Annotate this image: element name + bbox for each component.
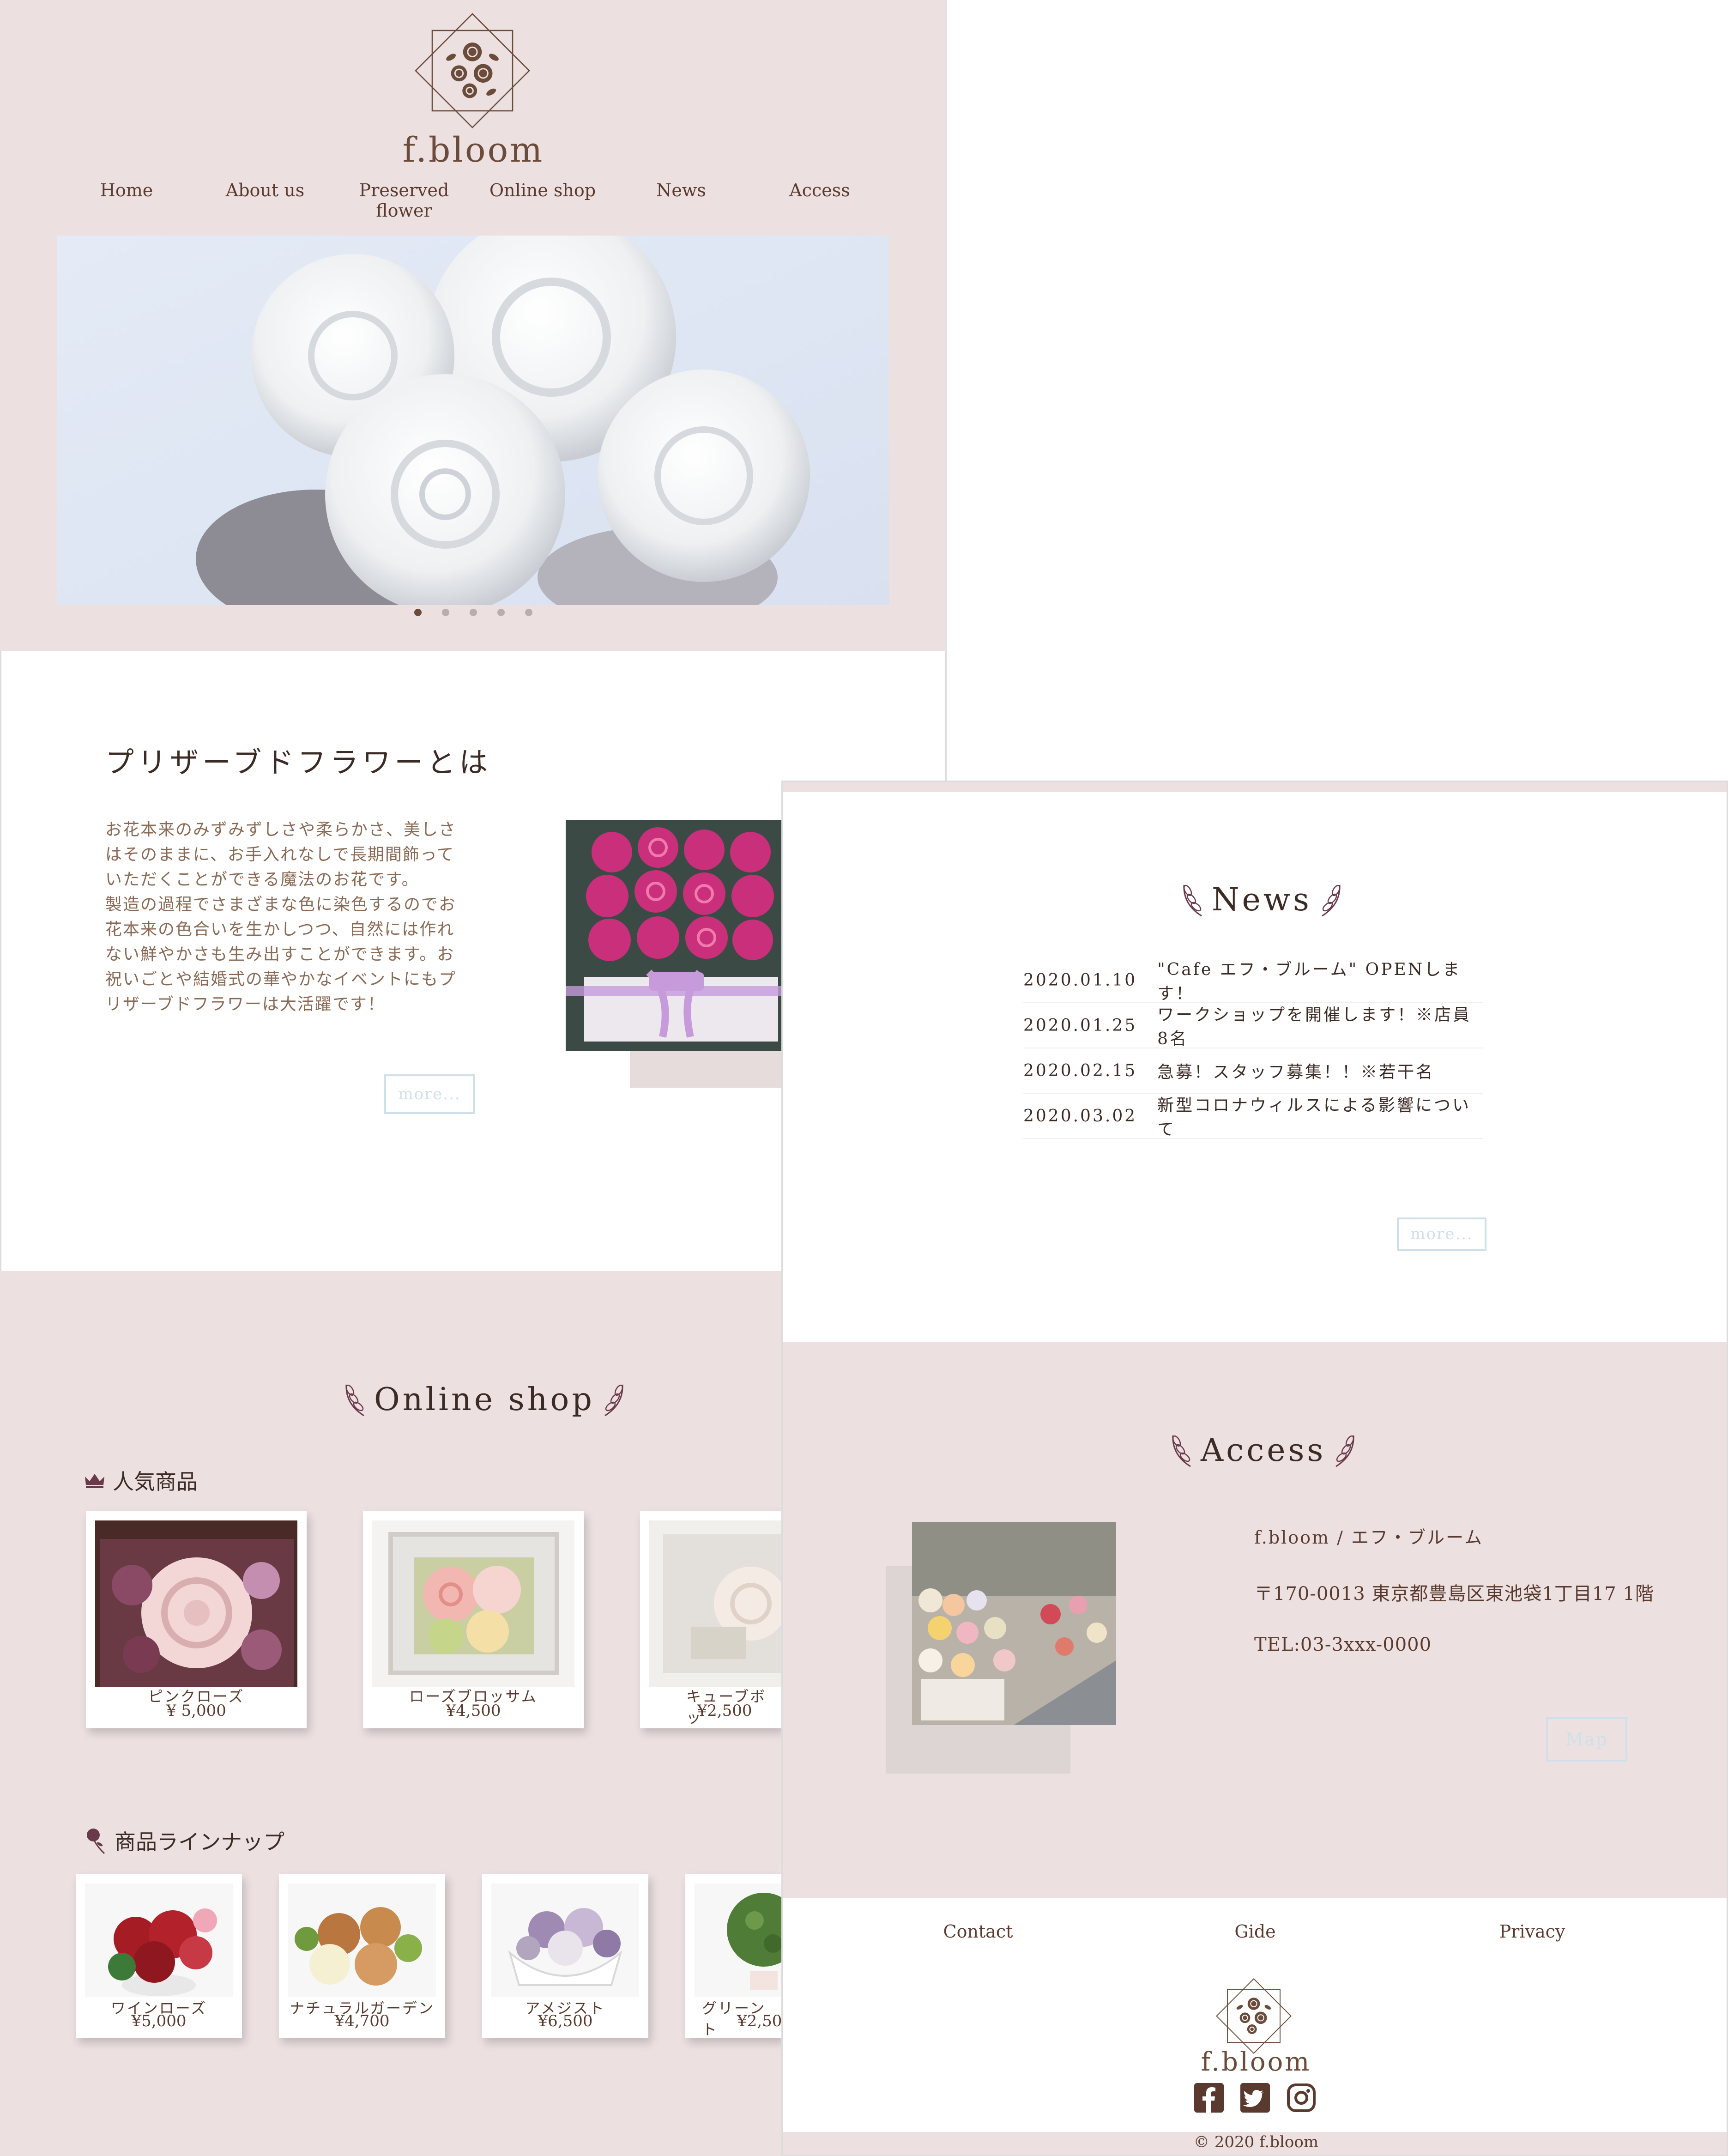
online-shop-title-text: Online shop (374, 1381, 595, 1418)
access-title-text: Access (1201, 1432, 1326, 1469)
news-top-border (783, 782, 1727, 792)
product-card[interactable]: ローズブロッサム ¥4,500 (363, 1511, 584, 1728)
rose-icon (87, 1829, 105, 1854)
nav-online-shop[interactable]: Online shop (473, 180, 612, 200)
news-item[interactable]: 2020.01.10 "Cafe エフ・ブルーム" OPENします！ (1023, 958, 1483, 1003)
news-text: 急募！スタッフ募集！！※若干名 (1157, 1063, 1435, 1082)
news-text: "Cafe エフ・ブルーム" OPENします！ (1157, 960, 1462, 1003)
leaf-left-icon (345, 1384, 364, 1417)
footer-brand-text[interactable]: f.bloom (1182, 2047, 1330, 2077)
product-card[interactable]: グリーント ¥2,50 (685, 1874, 782, 2038)
access-tel: TEL:03-3xxx-0000 (1254, 1634, 1432, 1655)
leaf-right-icon (604, 1384, 623, 1417)
nav-home[interactable]: Home (57, 180, 196, 200)
leaf-right-icon (1322, 884, 1341, 917)
news-text: ワークショップを開催します！※店員8名 (1157, 1005, 1472, 1048)
leaf-left-icon (1183, 884, 1202, 917)
product-image (372, 1520, 574, 1687)
news-date: 2020.01.25 (1023, 1016, 1137, 1035)
rose-logo-icon[interactable] (405, 4, 539, 138)
news-title: News (1178, 881, 1345, 918)
footer-guide-link[interactable]: Gide (1186, 1921, 1324, 1942)
popular-items-heading: 人気商品 (84, 1465, 198, 1496)
product-image (95, 1520, 297, 1687)
about-title: プリザーブドフラワーとは (105, 745, 492, 779)
news-more-button[interactable]: more... (1397, 1217, 1486, 1251)
crown-icon (85, 1474, 104, 1488)
twitter-icon[interactable] (1240, 2083, 1270, 2113)
online-shop-title: Online shop (341, 1381, 628, 1418)
leaf-right-icon (1335, 1435, 1354, 1467)
product-image (649, 1520, 781, 1687)
news-date: 2020.01.10 (1023, 970, 1137, 990)
news-item[interactable]: 2020.03.02 新型コロナウィルスによる影響について (1023, 1094, 1483, 1139)
brand-logo-text[interactable]: f.bloom (360, 130, 586, 170)
facebook-icon[interactable] (1194, 2083, 1224, 2113)
popular-items-heading-text: 人気商品 (113, 1469, 198, 1494)
slider-dot[interactable] (497, 609, 505, 616)
product-card[interactable]: アメジスト ¥6,500 (482, 1874, 648, 2038)
access-title: Access (1167, 1432, 1359, 1469)
slider-dot[interactable] (525, 609, 532, 616)
news-title-text: News (1212, 881, 1312, 918)
product-card[interactable]: ピンクローズ ¥ 5,000 (86, 1511, 307, 1728)
nav-news[interactable]: News (612, 180, 750, 200)
nav-access[interactable]: Access (750, 180, 889, 200)
product-card[interactable]: ナチュラルガーデン ¥4,700 (279, 1874, 445, 2038)
lineup-heading-text: 商品ラインナップ (115, 1829, 284, 1854)
hero-slide-image (57, 236, 889, 605)
about-more-button[interactable]: more... (384, 1074, 475, 1114)
leaf-left-icon (1172, 1435, 1191, 1467)
product-price: ¥6,500 (538, 2012, 593, 2030)
product-price: ¥ 5,000 (166, 1702, 226, 1720)
slider-dot[interactable] (442, 609, 449, 616)
product-price: ¥4,700 (334, 2012, 390, 2030)
about-description: お花本来のみずみずしさや柔らかさ、美しさはそのままに、お手入れなしで長期間飾って… (105, 820, 457, 1014)
product-image (491, 1883, 639, 1997)
news-item[interactable]: 2020.02.15 急募！スタッフ募集！！※若干名 (1023, 1048, 1483, 1094)
news-date: 2020.02.15 (1023, 1061, 1137, 1080)
product-image (695, 1883, 781, 1997)
access-shop-name: f.bloom / エフ・ブルーム (1254, 1527, 1483, 1548)
product-image (288, 1883, 436, 1997)
product-image (85, 1883, 233, 1997)
news-item[interactable]: 2020.01.25 ワークショップを開催します！※店員8名 (1023, 1003, 1483, 1048)
product-price: ¥2,500 (697, 1702, 752, 1720)
product-price: ¥5,000 (131, 2012, 187, 2030)
product-card[interactable]: ワインローズ ¥5,000 (76, 1874, 242, 2038)
flower-shop-photo (912, 1522, 1116, 1725)
slider-dot[interactable] (470, 609, 477, 616)
news-text: 新型コロナウィルスによる影響について (1157, 1096, 1471, 1139)
slider-dot[interactable] (414, 609, 422, 616)
news-date: 2020.03.02 (1023, 1106, 1137, 1126)
lineup-heading: 商品ラインナップ (84, 1825, 284, 1856)
product-card[interactable]: キューブボッ ¥2,500 (640, 1511, 781, 1728)
access-address: 〒170-0013 東京都豊島区東池袋1丁目17 1階 (1254, 1583, 1654, 1605)
instagram-icon[interactable] (1287, 2083, 1316, 2113)
nav-preserved-flower[interactable]: Preserved flower (335, 180, 473, 221)
footer-privacy-link[interactable]: Privacy (1463, 1921, 1601, 1942)
copyright-text: © 2020 f.bloom (1193, 2133, 1319, 2151)
pink-rose-box-photo (566, 820, 787, 1051)
footer-contact-link[interactable]: Contact (909, 1921, 1047, 1942)
product-price: ¥2,50 (737, 2012, 782, 2030)
nav-about-us[interactable]: About us (196, 180, 334, 200)
product-price: ¥4,500 (446, 1702, 501, 1720)
map-button[interactable]: Map (1546, 1717, 1627, 1762)
